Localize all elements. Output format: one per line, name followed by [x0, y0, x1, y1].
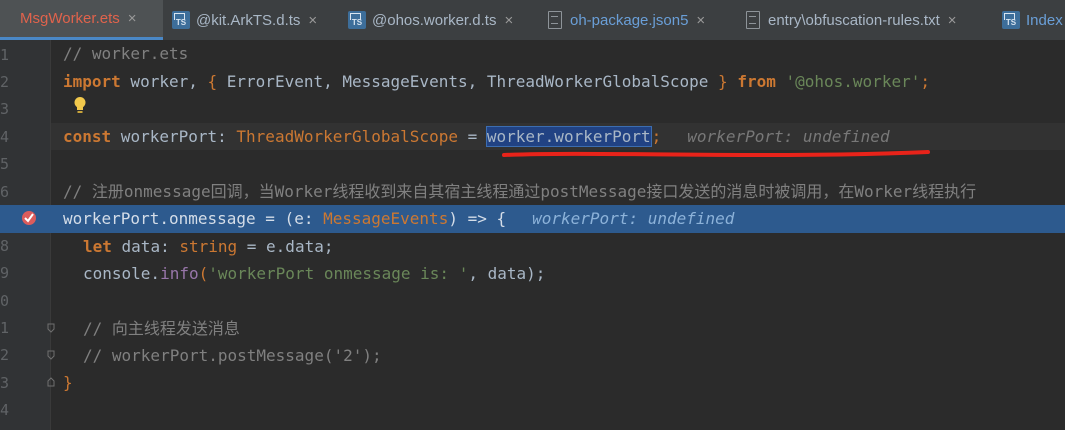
breakpoint-icon[interactable] — [21, 210, 37, 226]
string-literal: 'workerPort onmessage is: ' — [208, 264, 469, 283]
fold-marker-icon[interactable] — [47, 323, 55, 333]
code-text: ErrorEvent, MessageEvents, ThreadWorkerG… — [217, 72, 719, 91]
code-text: = e.data; — [237, 237, 334, 256]
code-line-11[interactable]: // 向主线程发送消息 — [83, 315, 240, 342]
code-text: worker, — [120, 72, 208, 91]
ts-icon: TS — [1002, 11, 1020, 29]
line-number: 0 — [0, 292, 10, 310]
tab-label: MsgWorker.ets — [20, 10, 120, 27]
type-name: MessageEvents — [323, 209, 449, 228]
code-text: = — [457, 127, 487, 146]
type-name: string — [179, 237, 238, 256]
selected-text: worker.workerPort — [485, 126, 652, 147]
code-line-2[interactable]: import worker, { ErrorEvent, MessageEven… — [63, 68, 930, 95]
tab-label: entry\obfuscation-rules.txt — [768, 11, 940, 29]
lightbulb-icon[interactable] — [73, 96, 87, 114]
module-string: '@ohos.worker' — [785, 72, 921, 91]
keyword-from: from — [727, 72, 786, 91]
code-line-7[interactable]: workerPort.onmessage = (e: MessageEvents… — [63, 205, 734, 232]
code-text: data: — [111, 237, 180, 256]
code-text: ) => { — [448, 209, 507, 228]
fold-marker-icon[interactable] — [47, 377, 55, 387]
line-number: 6 — [0, 183, 10, 201]
paren: ( — [198, 264, 209, 283]
tab-ohos-worker[interactable]: TS @ohos.worker.d.ts × — [340, 0, 536, 40]
code-line-13[interactable]: } — [63, 369, 73, 396]
json-file-icon — [548, 11, 562, 29]
code-text: , data); — [468, 264, 546, 283]
line-number: 3 — [0, 100, 10, 118]
tab-index[interactable]: TS Index — [994, 0, 1065, 40]
tab-label: @ohos.worker.d.ts — [372, 11, 497, 29]
line-number: 1 — [0, 46, 10, 64]
close-icon[interactable]: × — [128, 10, 137, 27]
tab-label: Index — [1026, 11, 1063, 29]
brace-open: { — [207, 72, 218, 91]
tab-msgworker[interactable]: MsgWorker.ets × — [0, 0, 163, 40]
code-text: workerPort: — [111, 127, 237, 146]
code-line-6[interactable]: // 注册onmessage回调，当Worker线程收到来自其宿主线程通过pos… — [63, 178, 976, 205]
close-icon[interactable]: × — [948, 12, 957, 29]
red-underline-annotation — [502, 150, 930, 157]
close-icon[interactable]: × — [308, 12, 317, 29]
text-file-icon — [746, 11, 760, 29]
close-icon[interactable]: × — [696, 12, 705, 29]
code-line-1[interactable]: // worker.ets — [63, 40, 188, 67]
line-number: 2 — [0, 346, 10, 364]
line-number: 5 — [0, 155, 10, 173]
method-name: info — [160, 264, 199, 283]
line-number-gutter[interactable]: 1 2 3 4 5 6 7 8 9 0 1 2 3 4 — [0, 40, 51, 430]
code-text: workerPort.onmessage = (e: — [63, 209, 324, 228]
inline-value-hint: workerPort: undefined — [532, 209, 735, 228]
line-number: 9 — [0, 264, 10, 282]
tab-oh-package[interactable]: oh-package.json5 × — [540, 0, 736, 40]
code-line-12[interactable]: // workerPort.postMessage('2'); — [83, 342, 382, 369]
semicolon: ; — [651, 127, 662, 146]
line-number: 8 — [0, 237, 10, 255]
line-number: 4 — [0, 128, 10, 146]
code-text: console. — [83, 264, 161, 283]
ts-icon: TS — [348, 11, 366, 29]
inline-value-hint: workerPort: undefined — [687, 127, 890, 146]
type-name: ThreadWorkerGlobalScope — [236, 127, 458, 146]
code-line-8[interactable]: let data: string = e.data; — [83, 233, 333, 260]
code-line-9[interactable]: console.info('workerPort onmessage is: '… — [83, 260, 545, 287]
editor-tab-bar: MsgWorker.ets × TS @kit.ArkTS.d.ts × TS … — [0, 0, 1065, 41]
line-number: 4 — [0, 401, 10, 419]
line-number: 1 — [0, 319, 10, 337]
tab-kit-arkts[interactable]: TS @kit.ArkTS.d.ts × — [164, 0, 336, 40]
tab-label: @kit.ArkTS.d.ts — [196, 11, 301, 29]
keyword-import: import — [63, 72, 121, 91]
tab-label: oh-package.json5 — [570, 11, 689, 29]
close-icon[interactable]: × — [504, 12, 513, 29]
ts-icon: TS — [172, 11, 190, 29]
tab-obfuscation-rules[interactable]: entry\obfuscation-rules.txt × — [738, 0, 992, 40]
line-number: 2 — [0, 73, 10, 91]
keyword-const: const — [63, 127, 112, 146]
line-number: 3 — [0, 374, 10, 392]
fold-marker-icon[interactable] — [47, 350, 55, 360]
semicolon: ; — [920, 72, 930, 91]
keyword-let: let — [83, 237, 112, 256]
brace-close: } — [718, 72, 728, 91]
